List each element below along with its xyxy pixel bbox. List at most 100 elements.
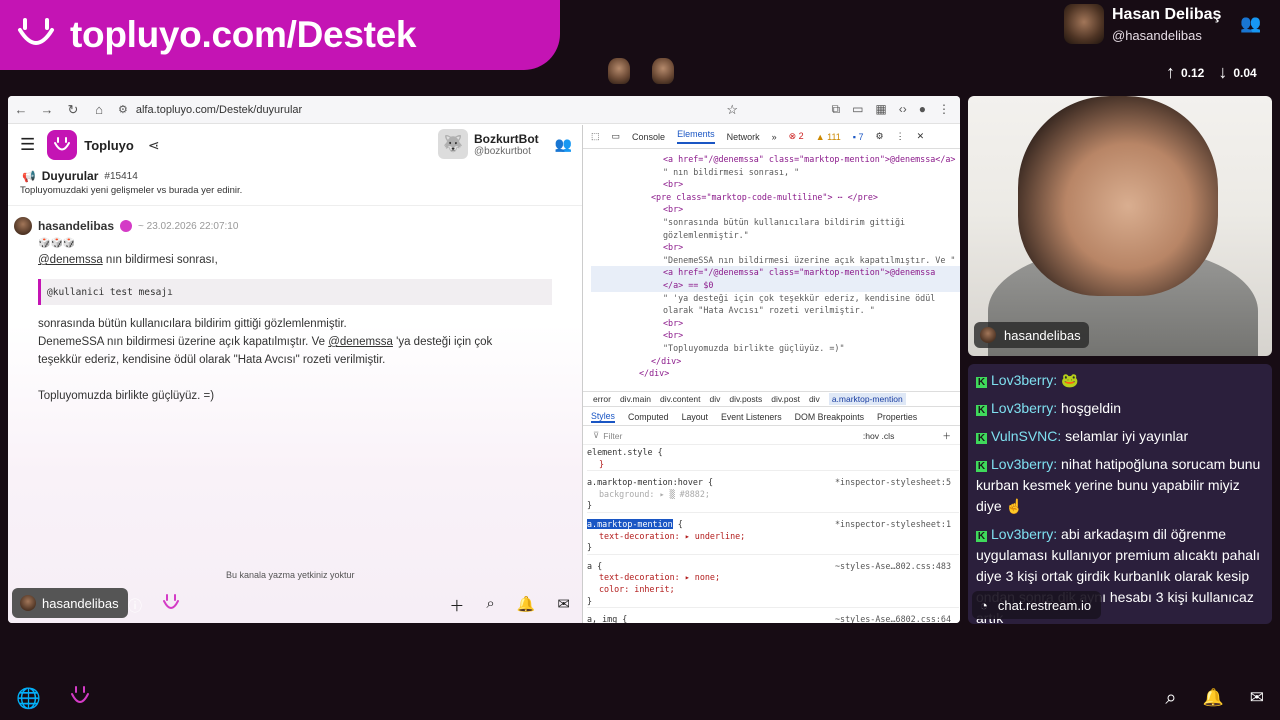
styles-tab[interactable]: Layout — [682, 412, 708, 422]
message-user[interactable]: hasandelibas — [38, 219, 114, 233]
breadcrumb-item[interactable]: div — [809, 394, 820, 404]
breadcrumb-item[interactable]: div.post — [771, 394, 800, 404]
more-tabs-icon[interactable]: » — [772, 132, 777, 142]
tab-elements[interactable]: Elements — [677, 129, 715, 144]
dom-node[interactable]: <a href="/@denemssa" class="marktop-ment… — [591, 153, 960, 166]
style-rule[interactable]: element.style {} — [587, 447, 959, 472]
dom-node[interactable]: "Topluyomuzda birlikte güçlüyüz. =)" — [591, 342, 960, 355]
rule-property[interactable]: text-decoration: ▸ none; — [587, 572, 959, 584]
rule-source-link[interactable]: ~styles-Ase…6802.css:64 — [835, 614, 951, 623]
mail-icon[interactable]: ✉ — [1250, 688, 1264, 708]
dom-node[interactable]: gözlemlenmiştir." — [591, 229, 960, 242]
device-icon[interactable]: ▭ — [612, 131, 621, 142]
rule-property[interactable]: text-decoration: ▸ underline; — [587, 531, 959, 543]
chat-user[interactable]: Lov3berry: — [991, 372, 1057, 388]
rule-source-link[interactable]: *inspector-stylesheet:5 — [835, 477, 951, 489]
rule-property[interactable]: } — [587, 459, 959, 471]
chat-user[interactable]: Lov3berry: — [991, 400, 1057, 416]
breadcrumb-item[interactable]: div.content — [660, 394, 700, 404]
breadcrumb-item[interactable]: div.posts — [729, 394, 762, 404]
filter-options[interactable]: :hov .cls — [863, 431, 895, 441]
globe-icon[interactable]: 🌐 — [16, 686, 41, 711]
apps-icon[interactable]: ▦ — [875, 102, 886, 117]
menu-icon[interactable]: ⋮ — [938, 102, 950, 117]
chat-user[interactable]: VulnSVNC: — [991, 428, 1061, 444]
style-rule[interactable]: a.marktop-mention:hover {*inspector-styl… — [587, 477, 959, 513]
code-icon[interactable]: ‹› — [899, 102, 907, 117]
rule-property[interactable]: color: inherit; — [587, 584, 959, 596]
hamburger-icon[interactable]: ☰ — [20, 135, 35, 155]
dom-node[interactable]: <br> — [591, 241, 960, 254]
app-logo-icon[interactable] — [47, 130, 78, 160]
dom-node[interactable]: <br> — [591, 329, 960, 342]
topluyo-small-icon[interactable] — [161, 592, 181, 619]
dom-node[interactable]: </div> — [591, 367, 960, 380]
reload-icon[interactable]: ↻ — [60, 102, 86, 118]
back-icon[interactable]: ← — [8, 102, 34, 117]
styles-tab[interactable]: DOM Breakpoints — [795, 412, 864, 422]
plus-icon[interactable]: ＋ — [449, 595, 464, 616]
chat-user[interactable]: Lov3berry: — [991, 526, 1057, 542]
dom-node[interactable]: <br> — [591, 317, 960, 330]
breadcrumb-item[interactable]: div — [709, 394, 720, 404]
dom-tree[interactable]: <a href="/@denemssa" class="marktop-ment… — [583, 149, 960, 380]
rule-source-link[interactable]: ~styles-Ase…802.css:483 — [835, 561, 951, 573]
topluyo-bottom-icon[interactable] — [69, 684, 91, 713]
address-bar[interactable]: ⚙ alfa.topluyo.com/Destek/duyurular ☆ — [118, 100, 738, 120]
dom-node[interactable]: <br> — [591, 178, 960, 191]
kebab-icon[interactable]: ⋮ — [896, 131, 905, 142]
search-icon[interactable]: ⌕ — [486, 595, 494, 616]
dom-node[interactable]: <a href="/@denemssa" class="marktop-ment… — [591, 266, 960, 279]
styles-tab[interactable]: Styles — [591, 411, 615, 423]
dom-node[interactable]: <br> — [591, 203, 960, 216]
dom-node[interactable]: olarak "Hata Avcısı" rozeti verilmiştir.… — [591, 304, 960, 317]
tab-console[interactable]: Console — [632, 132, 665, 142]
people-icon[interactable]: 👥 — [1240, 14, 1261, 34]
close-icon[interactable]: ✕ — [917, 131, 925, 142]
rule-source-link[interactable]: *inspector-stylesheet:1 — [835, 519, 951, 531]
style-rule[interactable]: a {~styles-Ase…802.css:483 text-decoratio… — [587, 561, 959, 609]
dom-node[interactable]: </div> — [591, 355, 960, 368]
breadcrumb-item[interactable]: error — [593, 394, 611, 404]
avatar[interactable] — [14, 217, 32, 235]
search-icon[interactable]: ⌕ — [1165, 687, 1176, 710]
mention-link[interactable]: @denemssa — [328, 336, 393, 348]
profile-icon[interactable]: ● — [919, 102, 926, 117]
dom-node[interactable]: </a> == $0 — [591, 278, 960, 292]
breadcrumb-item[interactable]: div.main — [620, 394, 651, 404]
style-rule[interactable]: a, img {~styles-Ase…6802.css:64 — [587, 614, 959, 623]
dom-node[interactable]: " nın bildirmesi sonrası, " — [591, 166, 960, 179]
help-icon[interactable]: ⓘ — [128, 596, 142, 616]
styles-tab[interactable]: Properties — [877, 412, 917, 422]
mail-icon[interactable]: ✉ — [557, 595, 570, 616]
mention-link[interactable]: @denemssa — [38, 254, 103, 266]
extensions-icon[interactable]: ⧉ — [831, 102, 840, 117]
cast-icon[interactable]: ▭ — [852, 102, 863, 117]
dom-node[interactable]: <pre class="marktop-code-multiline"> ⋯ <… — [591, 191, 960, 204]
breadcrumb-item[interactable]: a.marktop-mention — [828, 393, 906, 405]
styles-filter[interactable]: ⊽ Filter :hov .cls ＋ — [583, 427, 960, 445]
dom-node[interactable]: "DenemeSSA nın bildirmesi üzerine açık k… — [591, 254, 960, 267]
dom-node[interactable]: "sonrasında bütün kullanıcılara bildirim… — [591, 216, 960, 229]
stream-banner: topluyo.com/Destek — [0, 0, 560, 70]
forward-icon[interactable]: → — [34, 102, 60, 117]
rule-property[interactable]: background: ▸ ▒ #8882; — [587, 489, 959, 501]
share-icon[interactable]: ⋖ — [148, 137, 160, 154]
bot-profile[interactable]: 🐺 BozkurtBot @bozkurtbot 👥 — [438, 129, 572, 159]
dom-node[interactable]: " 'ya desteği için çok teşekkür ederiz, … — [591, 292, 960, 305]
bookmark-star-icon[interactable]: ☆ — [726, 102, 738, 118]
add-rule-icon[interactable]: ＋ — [942, 430, 951, 442]
style-rule[interactable]: a.marktop-mention {*inspector-stylesheet… — [587, 518, 959, 555]
home-icon[interactable]: ⌂ — [86, 102, 112, 117]
chat-user[interactable]: Lov3berry: — [991, 456, 1057, 472]
styles-tab[interactable]: Computed — [628, 412, 669, 422]
tab-network[interactable]: Network — [727, 132, 760, 142]
members-icon[interactable]: 👥 — [555, 136, 572, 153]
site-info-icon[interactable]: ⚙ — [118, 103, 128, 116]
styles-tab[interactable]: Event Listeners — [721, 412, 782, 422]
settings-icon[interactable]: ⚙ — [876, 131, 884, 142]
inspect-icon[interactable]: ⬚ — [591, 131, 600, 142]
bell-icon[interactable]: 🔔 — [1203, 688, 1224, 708]
app-name[interactable]: Topluyo — [84, 138, 134, 153]
bell-icon[interactable]: 🔔 — [517, 595, 536, 616]
